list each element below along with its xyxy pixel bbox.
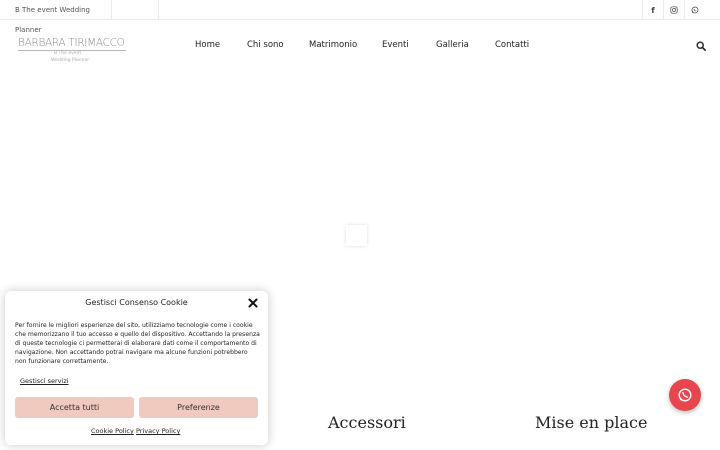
preferences-button[interactable]: Preferenze [139,397,258,418]
site-header: BARBARA TIRIMACCO B The event Wedding Pl… [0,20,720,72]
nav-item-galleria[interactable]: Galleria [436,40,469,50]
instagram-icon [670,6,678,14]
logo-subtitle-2: Wedding Planner [51,58,90,63]
section-title-mise-en-place: Mise en place [535,413,648,432]
nav-item-home[interactable]: Home [195,40,220,50]
manage-services-link[interactable]: Gestisci servizi [20,377,69,385]
cookie-consent-dialog: Gestisci Consenso Cookie Per fornire le … [5,291,268,445]
instagram-link[interactable] [663,0,684,20]
cookie-dialog-title: Gestisci Consenso Cookie [85,298,188,307]
close-icon[interactable] [248,298,258,308]
facebook-link[interactable]: f [642,0,663,20]
cookie-dialog-text: Per fornire le migliori esperienze del s… [15,322,260,366]
cookie-policy-link[interactable]: Cookie Policy [91,427,134,435]
loading-spinner-box [346,225,367,246]
nav-item-contatti[interactable]: Contatti [495,40,529,50]
whatsapp-link[interactable] [684,0,705,20]
nav-item-chi-sono[interactable]: Chi sono [247,40,284,50]
nav-item-eventi[interactable]: Eventi [382,40,409,50]
top-bar: B The event Wedding Planner f [0,0,720,34]
logo-subtitle-1: B The event [54,51,82,56]
privacy-policy-link[interactable]: Privacy Policy [136,427,180,435]
section-title-accessori: Accessori [328,413,406,432]
top-bar-divider [158,0,159,20]
facebook-icon: f [651,5,655,15]
accept-all-button[interactable]: Accetta tutti [15,397,134,418]
search-icon[interactable] [696,41,706,51]
logo-wordmark: BARBARA TIRIMACCO [18,37,125,49]
nav-item-matrimonio[interactable]: Matrimonio [309,40,357,50]
site-logo[interactable]: BARBARA TIRIMACCO B The event Wedding Pl… [18,37,130,67]
top-tagline: B The event Wedding Planner [0,0,112,34]
whatsapp-icon [678,388,692,402]
whatsapp-float-button[interactable] [669,379,701,411]
whatsapp-icon [691,6,699,14]
